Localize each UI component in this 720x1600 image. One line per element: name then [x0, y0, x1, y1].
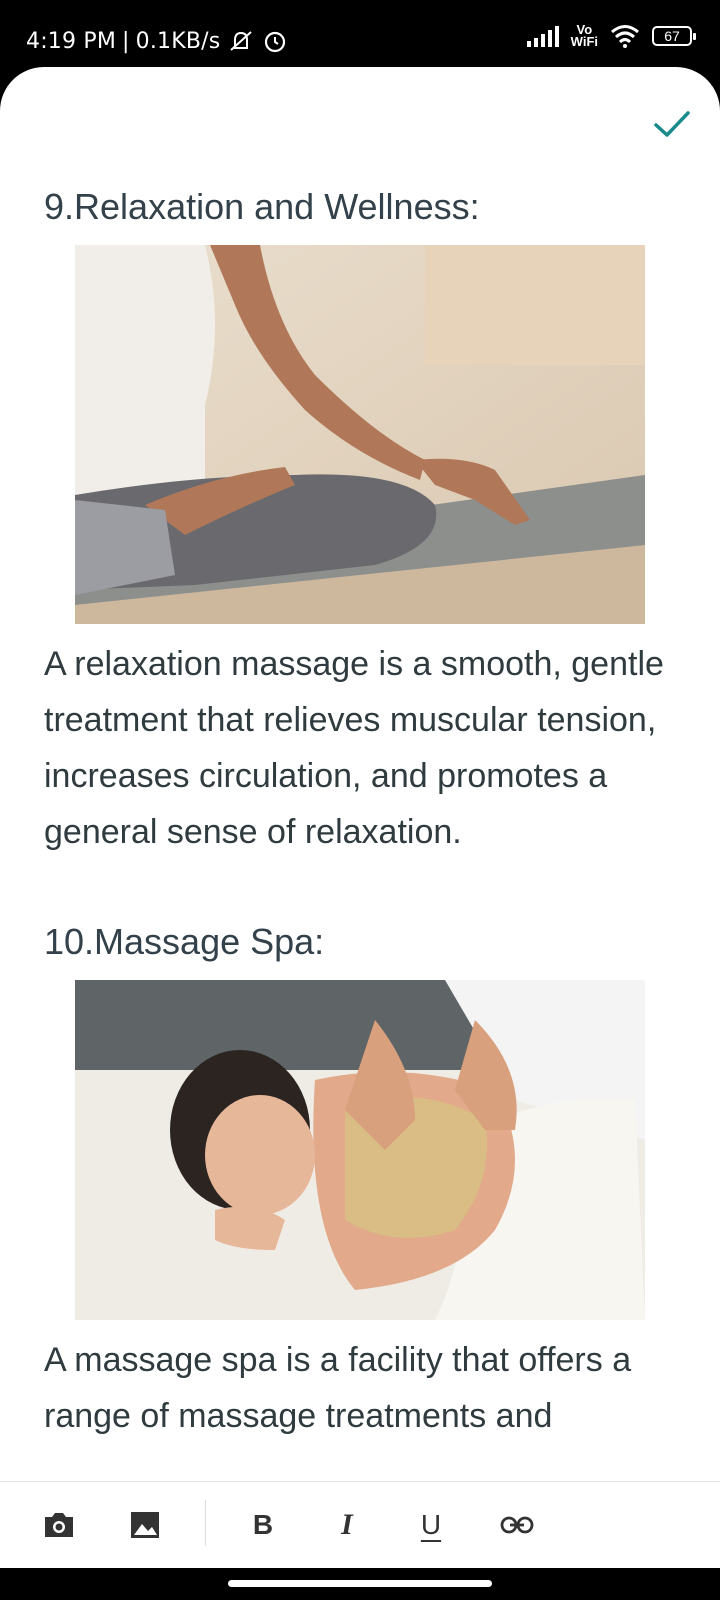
formatting-toolbar: B I U — [0, 1481, 720, 1568]
wifi-icon — [611, 25, 639, 48]
mute-icon — [230, 31, 253, 51]
yoga-meditation-photo[interactable] — [75, 245, 645, 624]
bold-button[interactable]: B — [246, 1508, 280, 1542]
status-right: Vo WiFi 67 — [526, 23, 696, 49]
spa-massage-photo[interactable] — [75, 980, 645, 1320]
network-speed: 0.1KB/s — [135, 28, 221, 54]
navigation-bar — [0, 1568, 720, 1600]
battery-icon: 67 — [652, 26, 696, 46]
italic-button[interactable]: I — [330, 1508, 364, 1542]
check-icon[interactable] — [652, 103, 692, 143]
underline-button[interactable]: U — [414, 1508, 448, 1542]
editor-sheet: 9.Relaxation and Wellness: A relaxation … — [0, 67, 720, 1568]
signal-icon — [526, 25, 559, 47]
alarm-icon — [265, 31, 286, 53]
image-icon[interactable] — [128, 1508, 162, 1542]
section-heading: 10.Massage Spa: — [44, 921, 325, 962]
section-paragraph: A massage spa is a facility that offers … — [44, 1341, 632, 1435]
home-gesture-pill[interactable] — [228, 1580, 492, 1587]
status-divider: | — [122, 28, 130, 54]
vowifi-label: Vo WiFi — [570, 23, 598, 49]
section-paragraph: A relaxation massage is a smooth, gentle… — [44, 645, 664, 851]
toolbar-divider — [205, 1500, 206, 1546]
link-icon[interactable] — [500, 1508, 534, 1542]
section-heading: 9.Relaxation and Wellness: — [44, 186, 480, 227]
note-content[interactable]: 9.Relaxation and Wellness: A relaxation … — [44, 185, 684, 1444]
status-left: 4:19 PM | 0.1KB/s — [26, 28, 288, 54]
camera-icon[interactable] — [42, 1508, 76, 1542]
vowifi-bottom: WiFi — [570, 34, 598, 49]
status-time: 4:19 PM — [26, 28, 117, 54]
